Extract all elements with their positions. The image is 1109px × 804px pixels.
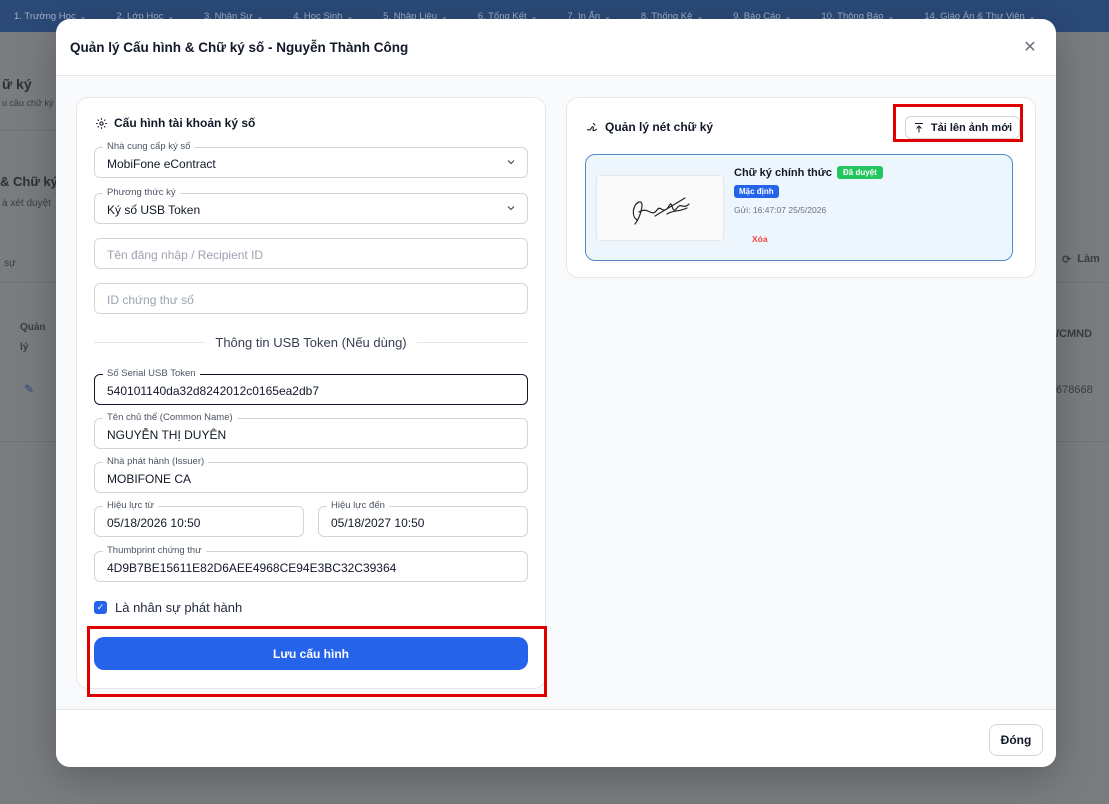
provider-value: MobiFone eContract	[107, 157, 216, 171]
search-input[interactable]: sự	[4, 258, 16, 269]
refresh-icon: ⟳	[1062, 254, 1072, 266]
divider	[0, 130, 60, 131]
divider	[0, 282, 60, 283]
thumbprint-label: Thumbprint chứng thư	[103, 545, 206, 557]
valid-from-value: 05/18/2026 10:50	[107, 516, 201, 530]
gear-icon	[96, 117, 107, 129]
signature-drawing	[632, 197, 690, 225]
sign-method-value: Ký số USB Token	[107, 203, 201, 217]
thumbprint-value: 4D9B7BE15611E82D6AEE4968CE94E3BC32C39364	[107, 561, 397, 575]
close-button[interactable]: Đóng	[989, 724, 1043, 756]
signature-image	[596, 175, 724, 241]
divider-line	[416, 341, 529, 343]
valid-to-value: 05/18/2027 10:50	[331, 516, 425, 530]
username-input[interactable]: Tên đăng nhập / Recipient ID	[94, 238, 528, 269]
issuer-label: Nhà phát hành (Issuer)	[103, 456, 209, 468]
signature-manager-card: Quản lý nét chữ ký Tải lên ảnh mới Chữ k…	[566, 97, 1036, 278]
serial-label: Số Serial USB Token	[103, 368, 200, 380]
signature-config-modal: Quản lý Cấu hình & Chữ ký số - Nguyễn Th…	[56, 19, 1056, 767]
usb-section-title: Thông tin USB Token (Nếu dùng)	[215, 334, 407, 350]
refresh-label: Làm	[1077, 253, 1100, 265]
valid-from-input[interactable]: Hiệu lực từ 05/18/2026 10:50	[94, 500, 304, 537]
usb-section-divider: Thông tin USB Token (Nếu dùng)	[94, 334, 529, 350]
common-name-input[interactable]: Tên chủ thể (Common Name) NGUYỄN THỊ DUY…	[94, 412, 528, 449]
edit-icon[interactable]: ✎	[24, 382, 34, 396]
page-subtitle: u cầu chữ ký	[2, 98, 54, 108]
valid-to-label: Hiệu lực đến	[327, 500, 389, 512]
cert-id-placeholder: ID chứng thư số	[107, 293, 194, 307]
section-subtitle: à xét duyệt	[2, 198, 51, 209]
sign-method-select[interactable]: Phương thức ký Ký số USB Token	[94, 187, 528, 224]
column-header-id: /CMND	[1056, 328, 1093, 340]
signature-icon	[586, 122, 597, 131]
column-header-manage: Quản lý	[20, 322, 46, 353]
issuer-input[interactable]: Nhà phát hành (Issuer) MOBIFONE CA	[94, 456, 528, 493]
signature-manager-title: Quản lý nét chữ ký	[605, 120, 714, 134]
save-config-button[interactable]: Lưu cấu hình	[94, 637, 528, 670]
thumbprint-input[interactable]: Thumbprint chứng thư 4D9B7BE15611E82D6AE…	[94, 545, 528, 582]
account-config-title: Cấu hình tài khoản ký số	[114, 116, 256, 130]
issuer-value: MOBIFONE CA	[107, 472, 192, 486]
username-placeholder: Tên đăng nhập / Recipient ID	[107, 248, 264, 262]
cert-id-input[interactable]: ID chứng thư số	[94, 283, 528, 314]
divider	[1056, 441, 1109, 442]
account-config-header: Cấu hình tài khoản ký số	[95, 116, 255, 130]
chevron-down-icon	[505, 202, 517, 217]
default-badge: Mặc định	[734, 185, 779, 198]
valid-from-label: Hiệu lực từ	[103, 500, 159, 512]
issuer-staff-checkbox[interactable]: ✓	[94, 601, 107, 614]
status-badge-approved: Đã duyệt	[837, 166, 883, 179]
divider	[0, 441, 60, 442]
modal-body: Cấu hình tài khoản ký số Nhà cung cấp ký…	[56, 77, 1056, 709]
close-icon[interactable]: ✕	[1018, 35, 1042, 59]
refresh-button[interactable]: ⟳ Làm	[1062, 253, 1100, 266]
provider-select[interactable]: Nhà cung cấp ký số MobiFone eContract	[94, 141, 528, 178]
page-title: ữ ký	[2, 76, 32, 92]
divider-line	[94, 341, 206, 343]
signature-manager-header: Quản lý nét chữ ký	[585, 120, 713, 134]
signature-item[interactable]: Chữ ký chính thức Đã duyệt Mặc định Gửi:…	[585, 154, 1013, 261]
serial-input[interactable]: Số Serial USB Token 540101140da32d824201…	[94, 368, 528, 405]
common-name-value: NGUYỄN THỊ DUYÊN	[107, 428, 227, 442]
valid-to-input[interactable]: Hiệu lực đến 05/18/2027 10:50	[318, 500, 528, 537]
signature-name: Chữ ký chính thức	[734, 167, 832, 179]
sign-method-label: Phương thức ký	[103, 187, 180, 199]
modal-header: Quản lý Cấu hình & Chữ ký số - Nguyễn Th…	[56, 19, 1056, 76]
upload-button-label: Tải lên ảnh mới	[930, 121, 1013, 134]
modal-title: Quản lý Cấu hình & Chữ ký số - Nguyễn Th…	[70, 39, 409, 55]
upload-new-image-button[interactable]: Tải lên ảnh mới	[905, 116, 1020, 139]
issuer-staff-label: Là nhân sự phát hành	[115, 600, 243, 615]
provider-label: Nhà cung cấp ký số	[103, 141, 195, 153]
common-name-label: Tên chủ thể (Common Name)	[103, 412, 237, 424]
divider	[1056, 282, 1109, 283]
chevron-down-icon	[505, 156, 517, 171]
serial-value: 540101140da32d8242012c0165ea2db7	[107, 384, 319, 398]
issuer-staff-checkbox-row[interactable]: ✓ Là nhân sự phát hành	[94, 600, 242, 615]
signature-sent-time: Gửi: 16:47:07 25/5/2026	[734, 205, 827, 215]
modal-footer: Đóng	[56, 709, 1056, 767]
delete-signature-button[interactable]: Xóa	[752, 234, 768, 244]
id-cell: 678668	[1056, 384, 1093, 396]
upload-icon	[914, 122, 923, 132]
account-config-card: Cấu hình tài khoản ký số Nhà cung cấp ký…	[76, 97, 546, 689]
section-title: & Chữ ký	[0, 174, 58, 189]
